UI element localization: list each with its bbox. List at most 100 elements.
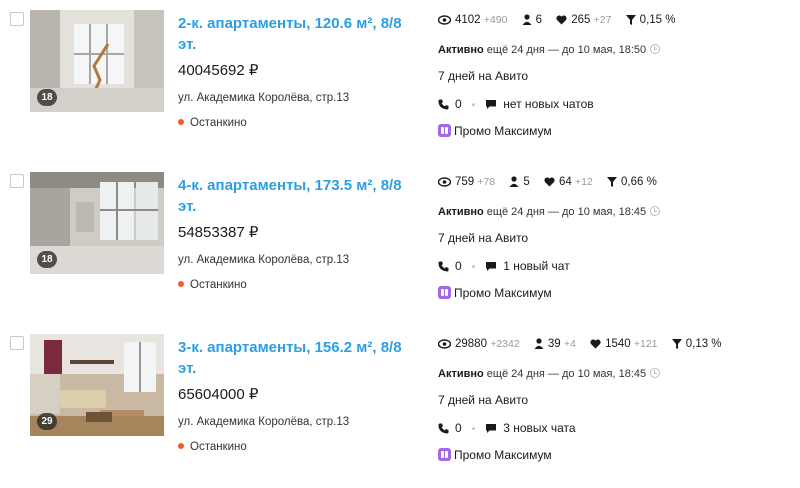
metro-dot-icon [178, 119, 184, 125]
funnel-icon [607, 177, 618, 187]
views-count: 759 [455, 176, 475, 188]
contacts-stat: 39 +4 [534, 338, 576, 350]
funnel-icon [671, 339, 682, 349]
listing-title[interactable]: 4-к. апартаменты, 173.5 м², 8/8 эт. [178, 175, 408, 217]
views-count: 4102 [455, 14, 481, 26]
listing-status: Активно ещё 24 дня — до 10 мая, 18:45 [438, 206, 661, 218]
metro-dot-icon [178, 281, 184, 287]
status-label: Активно [438, 368, 484, 380]
listing-address: ул. Академика Королёва, стр.13 [178, 254, 350, 266]
listing-title[interactable]: 2-к. апартаменты, 120.6 м², 8/8 эт. [178, 13, 408, 55]
contacts-count: 39 [547, 338, 561, 350]
favorites-delta: +12 [575, 176, 593, 188]
separator-dot: • [471, 100, 476, 111]
phone-icon [438, 99, 449, 110]
favorites-delta: +27 [593, 14, 612, 26]
promo-label: Промо Максимум [454, 286, 552, 300]
separator-dot: • [471, 262, 476, 273]
listing-photo[interactable]: 18 [30, 10, 164, 112]
clock-icon[interactable] [650, 368, 661, 378]
promo-icon [438, 448, 451, 461]
listing-stats: 759 +78 5 64 +12 0,66 % [437, 176, 668, 188]
status-text: ещё 24 дня — до 10 мая, 18:50 [483, 44, 647, 56]
promo-badge[interactable]: Промо Максимум [438, 448, 552, 462]
chats-status[interactable]: 3 новых чата [503, 421, 575, 435]
promo-label: Промо Максимум [454, 448, 552, 462]
listing-photo[interactable]: 29 [30, 334, 164, 436]
contacts-stat: 6 [522, 14, 542, 26]
person-icon [509, 176, 519, 187]
heart-icon [590, 339, 601, 349]
photo-count-badge: 18 [37, 89, 57, 106]
views-stat: 759 +78 [437, 176, 496, 188]
conversion-value: 0,66 % [621, 176, 657, 188]
calls-count: 0 [455, 259, 462, 273]
favorites-count: 64 [559, 176, 572, 188]
status-label: Активно [438, 44, 484, 56]
metro-station: Останкино [178, 279, 247, 291]
chat-bubble-icon [486, 100, 497, 109]
conversion-stat: 0,13 % [671, 338, 722, 350]
contacts-row: 0 • нет новых чатов [438, 97, 594, 111]
listing-price: 65604000 ₽ [178, 386, 259, 403]
listing-price: 54853387 ₽ [178, 224, 259, 241]
person-icon [534, 338, 544, 349]
contacts-count: 5 [523, 176, 530, 188]
chat-bubble-icon [486, 424, 497, 433]
listing-address: ул. Академика Королёва, стр.13 [178, 416, 350, 428]
promo-badge[interactable]: Промо Максимум [438, 286, 552, 300]
conversion-value: 0,13 % [685, 338, 722, 350]
listing-duration: 7 дней на Авито [438, 231, 529, 245]
contacts-count: 6 [535, 14, 543, 26]
listing-card: 29 3-к. апартаменты, 156.2 м², 8/8 эт. 6… [0, 324, 800, 474]
views-delta: +78 [477, 176, 496, 188]
chats-status[interactable]: нет новых чатов [503, 97, 593, 111]
chat-bubble-icon [486, 262, 497, 271]
status-label: Активно [438, 206, 484, 218]
metro-dot-icon [178, 443, 184, 449]
promo-badge[interactable]: Промо Максимум [438, 124, 552, 138]
listing-address: ул. Академика Королёва, стр.13 [178, 92, 350, 104]
photo-count-badge: 29 [37, 413, 57, 430]
favorites-stat: 64 +12 [544, 176, 593, 188]
chats-status[interactable]: 1 новый чат [503, 259, 570, 273]
eye-icon [437, 339, 452, 349]
favorites-count: 265 [571, 14, 591, 26]
contacts-delta: +4 [563, 338, 576, 350]
listing-card: 18 2-к. апартаменты, 120.6 м², 8/8 эт. 4… [0, 0, 800, 150]
select-checkbox[interactable] [10, 12, 24, 26]
promo-label: Промо Максимум [454, 124, 552, 138]
phone-icon [438, 423, 449, 434]
eye-icon [437, 177, 452, 187]
contacts-stat: 5 [509, 176, 530, 188]
listing-status: Активно ещё 24 дня — до 10 мая, 18:45 [438, 368, 661, 380]
conversion-stat: 0,66 % [607, 176, 657, 188]
listing-status: Активно ещё 24 дня — до 10 мая, 18:50 [438, 44, 661, 56]
metro-name: Останкино [190, 441, 247, 453]
clock-icon[interactable] [650, 44, 661, 54]
status-text: ещё 24 дня — до 10 мая, 18:45 [483, 368, 647, 380]
contacts-row: 0 • 3 новых чата [438, 421, 576, 435]
listing-duration: 7 дней на Авито [438, 393, 529, 407]
metro-name: Останкино [190, 279, 247, 291]
conversion-stat: 0,15 % [625, 14, 675, 26]
status-text: ещё 24 дня — до 10 мая, 18:45 [483, 206, 647, 218]
views-delta: +490 [483, 14, 508, 26]
favorites-stat: 265 +27 [556, 14, 611, 26]
clock-icon[interactable] [650, 206, 661, 216]
listing-stats: 4102 +490 6 265 +27 0,15 % [437, 14, 686, 26]
phone-icon [438, 261, 449, 272]
listing-photo[interactable]: 18 [30, 172, 164, 274]
heart-icon [544, 177, 555, 187]
favorites-count: 1540 [605, 338, 631, 350]
listing-price: 40045692 ₽ [178, 62, 259, 79]
listing-stats: 29880 +2342 39 +4 1540 +121 0,13 % [437, 338, 733, 350]
contacts-row: 0 • 1 новый чат [438, 259, 570, 273]
listing-title[interactable]: 3-к. апартаменты, 156.2 м², 8/8 эт. [178, 337, 408, 379]
eye-icon [437, 15, 452, 25]
separator-dot: • [471, 424, 476, 435]
person-icon [522, 14, 532, 25]
select-checkbox[interactable] [10, 174, 24, 188]
select-checkbox[interactable] [10, 336, 24, 350]
promo-icon [438, 124, 451, 137]
